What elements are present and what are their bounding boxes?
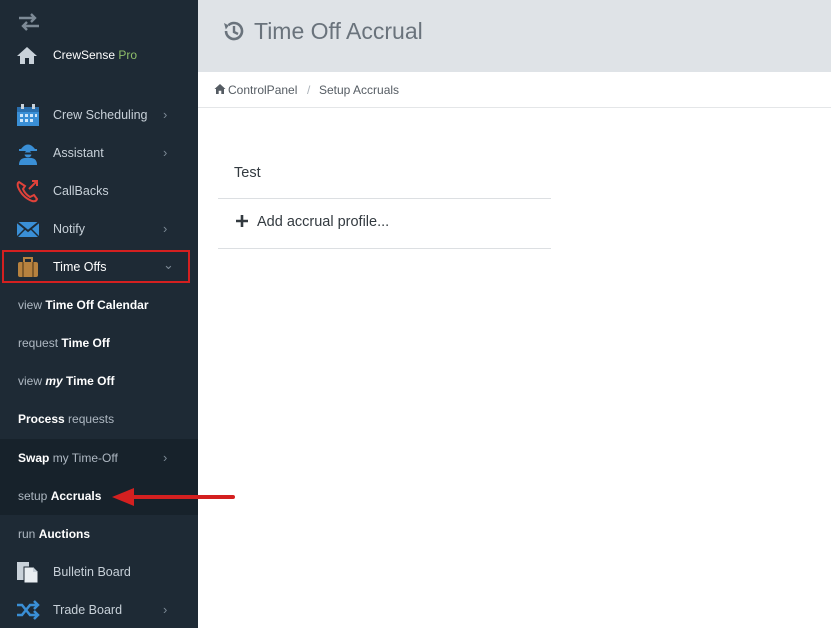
sidebar-item-notify[interactable]: Notify › [0, 210, 198, 248]
profile-name: Test [234, 165, 261, 181]
chevron-right-icon: › [163, 602, 168, 617]
submenu-item-request-time-off[interactable]: request Time Off [0, 324, 198, 362]
submenu-label: request Time Off [18, 336, 110, 350]
sidebar-item-label: Assistant [53, 146, 104, 160]
envelope-icon [16, 221, 40, 238]
breadcrumb-separator: / [307, 83, 311, 97]
annotation-arrow-icon [112, 488, 235, 506]
sidebar-item-bulletin-board[interactable]: Bulletin Board [0, 553, 198, 591]
add-accrual-profile-label: Add accrual profile... [257, 214, 390, 230]
sidebar-item-label: CallBacks [53, 184, 109, 198]
list-item[interactable]: Test [218, 148, 551, 199]
sidebar-item-assistant[interactable]: Assistant › [0, 134, 198, 172]
submenu-item-process-requests[interactable]: Process requests [0, 400, 198, 438]
sidebar-item-trade-board[interactable]: Trade Board › [0, 591, 198, 629]
history-icon [224, 21, 244, 41]
home-icon [214, 84, 226, 94]
sidebar: CrewSense Pro Crew Scheduling › Assistan… [0, 0, 198, 628]
calendar-icon [17, 104, 39, 126]
add-accrual-profile-button[interactable]: Add accrual profile... [218, 198, 551, 249]
assistant-icon [19, 144, 37, 165]
submenu-label: run Auctions [18, 527, 91, 541]
submenu-label: view my Time Off [18, 374, 115, 388]
submenu-item-run-auctions[interactable]: run Auctions [0, 515, 198, 553]
brand-name: CrewSense Pro [53, 48, 138, 62]
home-icon [17, 47, 37, 64]
breadcrumb-current: Setup Accruals [319, 83, 400, 97]
callback-phone-icon [16, 180, 39, 203]
page-header: Time Off Accrual [198, 0, 831, 72]
sidebar-item-label: Bulletin Board [53, 565, 131, 579]
submenu-label: Process requests [18, 412, 115, 426]
submenu-label: setup Accruals [18, 489, 102, 503]
sidebar-item-callbacks[interactable]: CallBacks [0, 172, 198, 210]
submenu-item-time-off-calendar[interactable]: view Time Off Calendar [0, 286, 198, 324]
breadcrumb: ControlPanel / Setup Accruals [198, 72, 831, 108]
sidebar-item-label: Trade Board [53, 603, 123, 617]
swap-arrows-icon[interactable] [17, 12, 41, 32]
chevron-right-icon: › [163, 145, 168, 160]
sidebar-item-crew-scheduling[interactable]: Crew Scheduling › [0, 96, 198, 134]
sidebar-item-label: Crew Scheduling [53, 108, 148, 122]
sidebar-item-label: Notify [53, 222, 85, 236]
chevron-right-icon: › [163, 221, 168, 236]
chevron-right-icon: › [163, 107, 168, 122]
plus-icon [236, 215, 248, 227]
bulletin-icon [17, 562, 39, 584]
brand[interactable]: CrewSense Pro [16, 44, 137, 66]
highlight-box [2, 250, 190, 283]
submenu-item-view-my-time-off[interactable]: view my Time Off [0, 362, 198, 400]
submenu-label: view Time Off Calendar [18, 298, 149, 312]
submenu-item-swap-time-off[interactable]: Swap my Time-Off › [0, 439, 198, 477]
breadcrumb-controlpanel-link[interactable]: ControlPanel [228, 83, 297, 97]
page-title: Time Off Accrual [254, 18, 423, 44]
shuffle-icon [17, 600, 40, 620]
chevron-right-icon: › [163, 450, 168, 465]
submenu-label: Swap my Time-Off [18, 451, 118, 465]
